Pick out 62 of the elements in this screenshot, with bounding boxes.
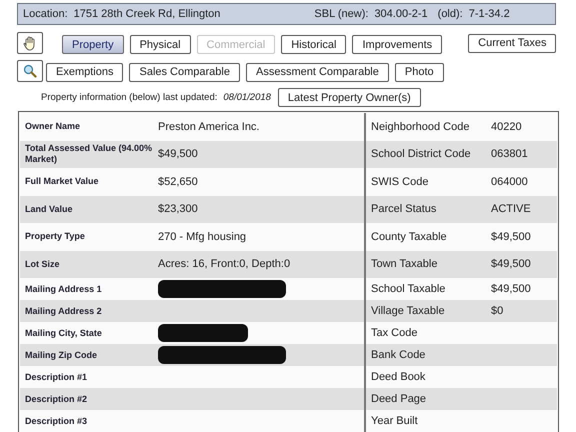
tab[interactable]: Historical <box>281 35 346 54</box>
zoom-button[interactable] <box>17 60 43 82</box>
field-label: Lot Size <box>24 258 61 270</box>
field-value: $52,650 <box>158 176 198 188</box>
field-value: $23,300 <box>158 203 198 216</box>
field-label: Tax Code <box>370 327 418 339</box>
field-value: Preston America Inc. <box>158 120 260 133</box>
magnifier-icon <box>23 64 37 78</box>
field-value: $49,500 <box>491 230 531 243</box>
field-label: School Taxable <box>370 283 446 295</box>
tab[interactable]: Improvements <box>352 35 442 54</box>
field-value: 064000 <box>491 176 528 188</box>
tab[interactable]: Sales Comparable <box>129 62 240 82</box>
tab[interactable]: Assessment Comparable <box>246 62 389 82</box>
field-value: $49,500 <box>491 258 531 270</box>
latest-owner-button[interactable]: Latest Property Owner(s) <box>278 88 421 107</box>
field-label: Deed Page <box>370 393 428 405</box>
field-value: $49,500 <box>491 283 531 295</box>
field-label: Description #2 <box>24 394 88 404</box>
field-label: Mailing Zip Code <box>24 350 98 360</box>
field-label: Mailing Address 1 <box>24 284 103 294</box>
field-label: Description #1 <box>24 372 88 382</box>
location-label: Location: <box>23 8 68 20</box>
field-label: Bank Code <box>370 349 426 361</box>
field-label: Parcel Status <box>370 203 438 216</box>
sbl-old-label: (old): <box>438 8 463 20</box>
field-label: SWIS Code <box>370 176 430 188</box>
field-value: 270 - Mfg housing <box>158 230 246 243</box>
field-label: Owner Name <box>24 121 82 132</box>
field-label: Total Assessed Value (94.00% Market) <box>24 143 154 166</box>
tab[interactable]: Property <box>62 35 124 54</box>
field-label: Mailing Address 2 <box>24 306 103 316</box>
field-label: Mailing City, State <box>24 328 103 338</box>
field-label: Land Value <box>24 204 74 215</box>
field-label: School District Code <box>370 148 472 160</box>
sbl-new-text: 304.00-2-1 <box>374 8 428 20</box>
last-updated-label: Property information (below) last updated: <box>41 92 218 103</box>
tab[interactable]: Photo <box>394 62 444 82</box>
location-text: 1751 28th Creek Rd, Ellington <box>74 8 220 20</box>
field-label: Neighborhood Code <box>370 120 470 133</box>
pan-button[interactable] <box>17 32 43 54</box>
field-label: Deed Book <box>370 371 426 383</box>
field-label: Year Built <box>370 415 419 427</box>
sbl-new-label: SBL (new): <box>314 8 368 20</box>
field-label: Description #3 <box>24 416 88 426</box>
field-value: Acres: 16, Front:0, Depth:0 <box>158 258 290 270</box>
field-label: Village Taxable <box>370 305 446 317</box>
current-taxes-button[interactable]: Current Taxes <box>468 34 556 52</box>
tab[interactable]: Exemptions <box>46 62 124 82</box>
field-value: 40220 <box>491 120 522 133</box>
field-label: County Taxable <box>370 230 448 243</box>
field-label: Full Market Value <box>24 176 100 188</box>
field-label: Town Taxable <box>370 258 438 270</box>
last-updated-date: 08/01/2018 <box>223 92 271 103</box>
field-value: $0 <box>491 305 504 317</box>
sbl-old-text: 7-1-34.2 <box>468 8 510 20</box>
tab[interactable]: Physical <box>130 35 191 54</box>
hand-icon <box>23 36 37 50</box>
field-value: ACTIVE <box>491 203 531 216</box>
field-value: 063801 <box>491 148 528 160</box>
field-value: $49,500 <box>158 148 198 160</box>
field-label: Property Type <box>24 231 86 242</box>
